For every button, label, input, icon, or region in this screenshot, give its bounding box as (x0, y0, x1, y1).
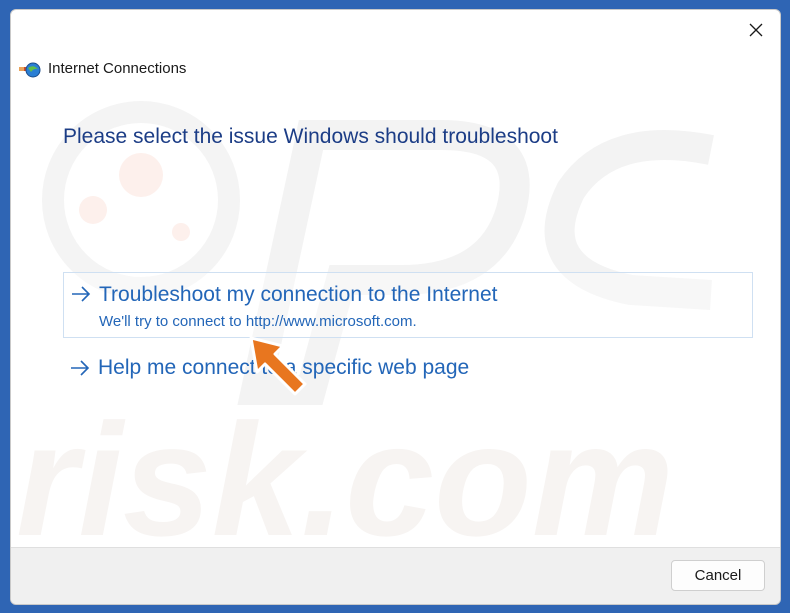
option-title: Help me connect to a specific web page (98, 356, 470, 379)
dialog-window: risk.com Internet Connections Please sel… (10, 9, 781, 605)
dialog-footer: Cancel (11, 547, 780, 604)
watermark-text: risk.com (16, 390, 674, 569)
page-heading: Please select the issue Windows should t… (63, 125, 558, 148)
network-globe-icon (19, 62, 41, 78)
arrow-right-icon (72, 286, 91, 302)
close-button[interactable] (733, 10, 779, 50)
troubleshoot-connection-option[interactable]: Troubleshoot my connection to the Intern… (63, 272, 753, 338)
close-icon (749, 23, 763, 37)
connect-web-page-option[interactable]: Help me connect to a specific web page (63, 350, 753, 390)
option-description: We'll try to connect to http://www.micro… (99, 313, 417, 330)
cancel-button[interactable]: Cancel (671, 560, 765, 591)
title-bar: Internet Connections (11, 10, 780, 130)
option-title: Troubleshoot my connection to the Intern… (99, 283, 498, 306)
arrow-right-icon (71, 360, 90, 376)
window-title: Internet Connections (48, 60, 187, 77)
